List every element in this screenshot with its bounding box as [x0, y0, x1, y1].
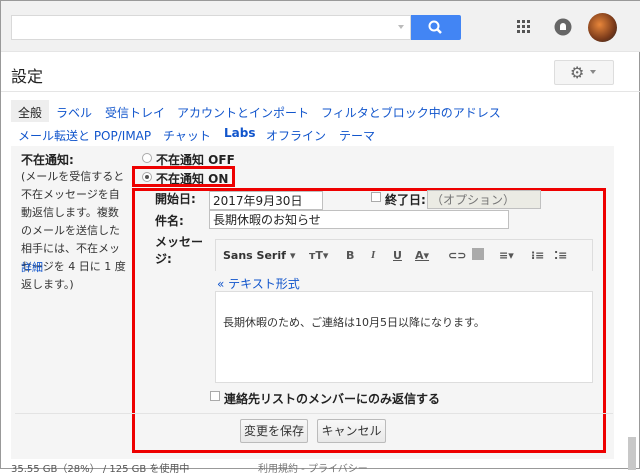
font-size-icon[interactable]: тT▾: [309, 249, 328, 262]
subject-input[interactable]: [209, 210, 509, 229]
save-changes-button[interactable]: 変更を保存: [240, 419, 308, 443]
message-body-editor[interactable]: 長期休暇のため、ご連絡は10月5日以降になります。: [215, 291, 593, 383]
search-input[interactable]: [11, 15, 411, 40]
text-color-icon[interactable]: A▾: [415, 249, 429, 262]
chevron-down-icon: [590, 70, 596, 74]
user-avatar[interactable]: [588, 13, 617, 42]
message-body-text: 長期休暇のため、ご連絡は10月5日以降になります。: [223, 316, 485, 329]
tab-accounts[interactable]: アカウントとインポート: [177, 104, 309, 121]
end-date-checkbox[interactable]: [371, 192, 381, 202]
vacation-off-radio[interactable]: [142, 153, 152, 163]
divider: [1, 91, 640, 92]
bulleted-list-icon[interactable]: ⁚≡: [554, 249, 567, 262]
highlight-box: [132, 166, 235, 187]
tab-chat[interactable]: チャット: [163, 127, 211, 144]
vacation-description: (メールを受信すると不在メッセージを自動返信します。複数のメールを送信した相手に…: [21, 170, 126, 291]
page-title: 設定: [11, 67, 44, 86]
vacation-label: 不在通知:: [21, 153, 74, 167]
cancel-button[interactable]: キャンセル: [317, 419, 386, 443]
bold-icon[interactable]: B: [346, 249, 354, 262]
align-icon[interactable]: ≡▾: [499, 249, 514, 262]
footer-links[interactable]: 利用規約 - プライバシー: [258, 460, 368, 475]
italic-icon[interactable]: I: [371, 249, 375, 261]
apps-grid-icon[interactable]: [516, 19, 532, 35]
tab-offline[interactable]: オフライン: [266, 127, 326, 144]
numbered-list-icon[interactable]: ⁝≡: [531, 249, 544, 262]
divider: [15, 413, 613, 414]
tab-filters[interactable]: フィルタとブロック中のアドレス: [321, 104, 501, 121]
storage-usage: 35.55 GB（28%） / 125 GB を使用中: [11, 464, 190, 475]
image-icon[interactable]: [472, 248, 484, 260]
font-select[interactable]: Sans Serif: [223, 249, 286, 262]
message-label: メッセージ:: [155, 235, 204, 266]
chevron-down-icon[interactable]: ▾: [290, 249, 296, 262]
settings-button[interactable]: ⚙: [554, 60, 614, 85]
end-date-label: 終了日:: [385, 193, 426, 207]
underline-icon[interactable]: U: [393, 249, 402, 262]
search-icon: [428, 20, 442, 34]
search-options-icon[interactable]: [398, 25, 404, 29]
subject-label: 件名:: [155, 214, 184, 228]
scrollbar-thumb[interactable]: [628, 437, 636, 470]
tab-general-label[interactable]: 全般: [18, 104, 42, 121]
search-button[interactable]: [411, 15, 461, 40]
contacts-only-checkbox[interactable]: [210, 391, 220, 401]
contacts-only-label[interactable]: 連絡先リストのメンバーにのみ返信する: [224, 390, 440, 407]
end-date-input[interactable]: [427, 190, 541, 209]
gear-icon: ⚙: [570, 63, 585, 82]
tab-labs[interactable]: Labs: [224, 126, 255, 140]
start-date-label: 開始日:: [155, 192, 196, 206]
details-link[interactable]: 詳細: [21, 259, 43, 275]
tab-labels[interactable]: ラベル: [56, 104, 92, 121]
tab-themes[interactable]: テーマ: [339, 127, 375, 144]
start-date-input[interactable]: [209, 191, 323, 210]
tab-inbox[interactable]: 受信トレイ: [105, 104, 165, 121]
plain-text-link[interactable]: « テキスト形式: [217, 275, 300, 292]
tab-forwarding[interactable]: メール転送と POP/IMAP: [18, 127, 151, 144]
link-icon[interactable]: ⊂⊃: [448, 249, 466, 262]
bell-icon[interactable]: [554, 18, 572, 36]
